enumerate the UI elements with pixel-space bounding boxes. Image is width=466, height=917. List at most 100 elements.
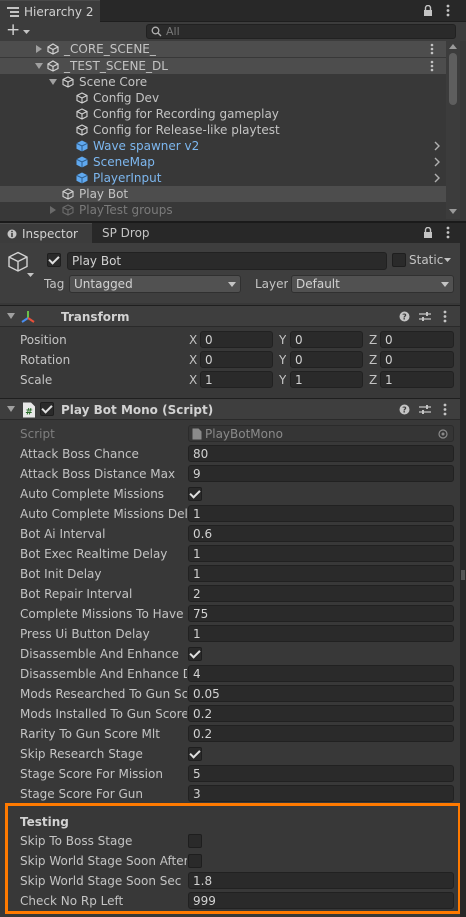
- hierarchy-item[interactable]: Config Dev: [0, 90, 446, 106]
- gameobject-cube-icon: [62, 188, 74, 200]
- field-value-input[interactable]: 0.6: [188, 525, 454, 542]
- static-dropdown-arrow-icon[interactable]: [444, 258, 451, 262]
- axis-y-label[interactable]: Y: [279, 353, 286, 367]
- inspector-scrollbar[interactable]: [460, 243, 466, 917]
- field-value-input[interactable]: 1: [188, 505, 454, 522]
- field-value-input[interactable]: 5: [188, 765, 454, 782]
- foldout-expanded-icon[interactable]: [7, 406, 15, 412]
- axis-z-label[interactable]: Z: [369, 373, 377, 387]
- hierarchy-search-input[interactable]: All: [146, 24, 456, 39]
- scroll-thumb[interactable]: [449, 53, 457, 105]
- lock-icon[interactable]: [423, 5, 433, 17]
- rotation-z-field[interactable]: 0: [380, 351, 454, 368]
- hierarchy-item-label: PlayerInput: [93, 171, 162, 185]
- icon-dropdown-arrow-icon[interactable]: [27, 273, 34, 277]
- chevron-right-icon[interactable]: [434, 157, 440, 167]
- hierarchy-item[interactable]: Config for Release-like playtest: [0, 122, 446, 138]
- active-checkbox[interactable]: [47, 253, 61, 267]
- scene-menu-icon[interactable]: [430, 43, 434, 55]
- foldout-expanded-icon[interactable]: [49, 79, 57, 85]
- hierarchy-scrollbar[interactable]: [446, 41, 460, 219]
- kebab-menu-icon[interactable]: [446, 4, 450, 17]
- field-value-input[interactable]: 1: [188, 625, 454, 642]
- field-value-input[interactable]: 0.05: [188, 685, 454, 702]
- tab-sp-drop[interactable]: SP Drop: [94, 223, 164, 243]
- field-checkbox[interactable]: [188, 487, 202, 501]
- tab-hierarchy[interactable]: Hierarchy 2: [0, 0, 100, 22]
- foldout-expanded-icon[interactable]: [35, 63, 43, 69]
- transform-header[interactable]: Transform ?: [0, 305, 462, 327]
- field-value-input[interactable]: 3: [188, 785, 454, 802]
- hierarchy-item-prefab[interactable]: Wave spawner v2: [0, 138, 446, 154]
- rotation-y-field[interactable]: 0: [290, 351, 363, 368]
- add-button[interactable]: +: [6, 20, 20, 40]
- axis-y-label[interactable]: Y: [279, 333, 286, 347]
- chevron-right-icon[interactable]: [434, 141, 440, 151]
- position-y-field[interactable]: 0: [290, 331, 363, 348]
- field-value-input[interactable]: 0.2: [188, 705, 454, 722]
- hierarchy-item-prefab[interactable]: SceneMap: [0, 154, 446, 170]
- hierarchy-item-selected[interactable]: Play Bot: [0, 186, 446, 202]
- hierarchy-item-prefab[interactable]: PlayerInput: [0, 170, 446, 186]
- foldout-collapsed-icon[interactable]: [50, 206, 56, 214]
- scroll-down-icon[interactable]: [449, 209, 457, 214]
- field-value-input[interactable]: 1: [188, 545, 454, 562]
- position-z-field[interactable]: 0: [380, 331, 454, 348]
- component-enabled-checkbox[interactable]: [40, 402, 54, 416]
- tab-inspector[interactable]: Inspector: [0, 223, 92, 243]
- help-icon[interactable]: ?: [399, 311, 410, 322]
- inspector-scroll-thumb[interactable]: [461, 570, 465, 580]
- axis-z-label[interactable]: Z: [369, 333, 377, 347]
- hierarchy-item-disabled[interactable]: PlayTest groups: [0, 202, 446, 218]
- field-value-input[interactable]: 9: [188, 465, 454, 482]
- add-dropdown-arrow-icon[interactable]: [23, 30, 30, 34]
- scale-z-field[interactable]: 1: [380, 371, 454, 388]
- highlight-box: [5, 803, 461, 914]
- hierarchy-scene-core[interactable]: _CORE_SCENE_: [0, 41, 446, 57]
- scale-y-field[interactable]: 1: [290, 371, 363, 388]
- field-label: Attack Boss Distance Max: [20, 467, 176, 481]
- field-value-input[interactable]: 80: [188, 445, 454, 462]
- field-value-input[interactable]: 1: [188, 565, 454, 582]
- hierarchy-item-label: Config for Recording gameplay: [93, 107, 279, 121]
- position-x-field[interactable]: 0: [200, 331, 273, 348]
- hierarchy-scene-test[interactable]: _TEST_SCENE_DL: [0, 58, 446, 74]
- foldout-expanded-icon[interactable]: [7, 313, 15, 319]
- component-menu-icon[interactable]: [443, 310, 447, 323]
- axis-y-label[interactable]: Y: [279, 373, 286, 387]
- field-value-input[interactable]: 0.2: [188, 725, 454, 742]
- field-value-input[interactable]: 4: [188, 665, 454, 682]
- scene-menu-icon[interactable]: [430, 60, 434, 72]
- field-checkbox[interactable]: [188, 747, 202, 761]
- axis-x-label[interactable]: X: [189, 333, 197, 347]
- static-checkbox[interactable]: [392, 253, 406, 267]
- preset-sliders-icon[interactable]: [419, 311, 431, 322]
- field-value-input[interactable]: 75: [188, 605, 454, 622]
- object-name-field[interactable]: Play Bot: [67, 252, 387, 270]
- field-checkbox[interactable]: [188, 647, 202, 661]
- help-icon[interactable]: ?: [399, 404, 410, 415]
- kebab-menu-icon[interactable]: [446, 226, 450, 239]
- axis-z-label[interactable]: Z: [369, 353, 377, 367]
- tag-dropdown[interactable]: Untagged: [69, 275, 241, 293]
- foldout-collapsed-icon[interactable]: [36, 45, 42, 53]
- gameobject-large-icon[interactable]: [7, 251, 29, 273]
- axis-x-label[interactable]: X: [189, 353, 197, 367]
- layer-dropdown[interactable]: Default: [291, 275, 454, 293]
- chevron-right-icon[interactable]: [434, 173, 440, 183]
- prefab-cube-icon: [76, 172, 88, 184]
- scroll-up-icon[interactable]: [449, 44, 457, 49]
- scale-x-field[interactable]: 1: [200, 371, 273, 388]
- axis-x-label[interactable]: X: [189, 373, 197, 387]
- field-value-input[interactable]: 2: [188, 585, 454, 602]
- svg-text:#: #: [25, 408, 33, 418]
- preset-sliders-icon[interactable]: [419, 404, 431, 415]
- script-component-header[interactable]: # Play Bot Mono (Script) ?: [0, 398, 462, 420]
- component-menu-icon[interactable]: [443, 403, 447, 416]
- rotation-x-field[interactable]: 0: [200, 351, 273, 368]
- lock-icon[interactable]: [423, 227, 433, 239]
- field-label: Attack Boss Chance: [20, 447, 139, 461]
- gameobject-cube-icon: [62, 204, 74, 216]
- hierarchy-item[interactable]: Scene Core: [0, 74, 446, 90]
- hierarchy-item[interactable]: Config for Recording gameplay: [0, 106, 446, 122]
